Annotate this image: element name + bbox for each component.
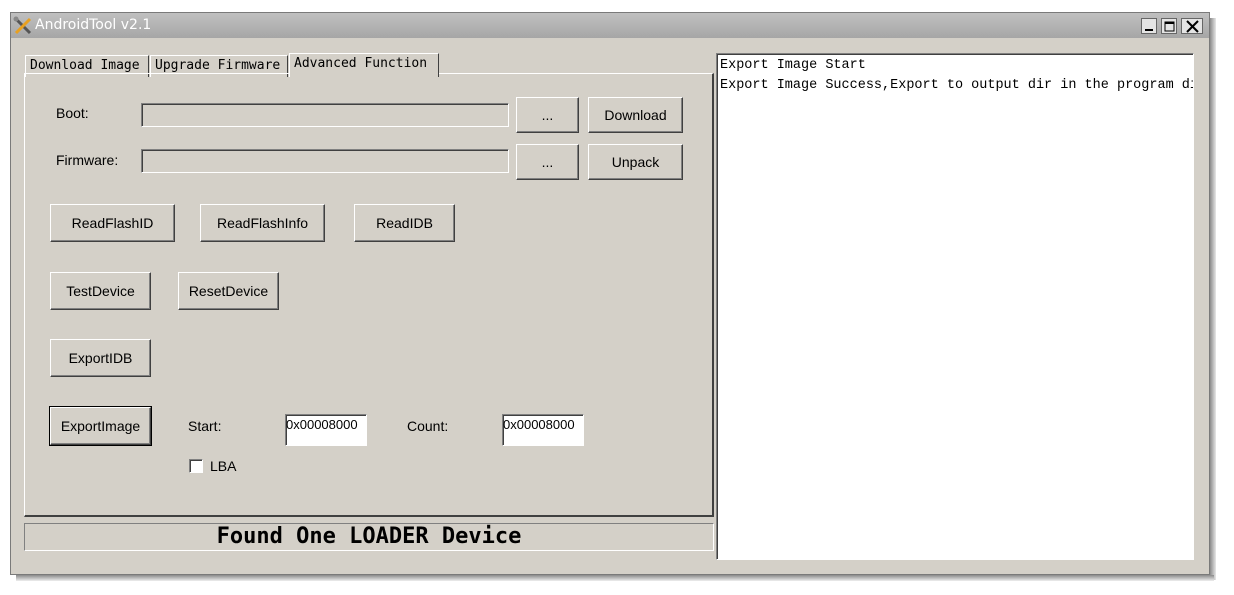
minimize-button[interactable] <box>1141 18 1157 34</box>
count-value: 0x00008000 <box>503 417 575 432</box>
download-button[interactable]: Download <box>588 97 683 133</box>
firmware-path-field[interactable] <box>141 149 509 173</box>
close-button[interactable] <box>1181 18 1203 34</box>
log-line: Export Image Start <box>720 58 866 73</box>
lba-checkbox[interactable] <box>189 459 203 473</box>
test-device-button[interactable]: TestDevice <box>50 272 151 310</box>
window-shadow-right <box>1210 18 1216 580</box>
tab-advanced-function[interactable]: Advanced Function <box>289 53 439 77</box>
start-value: 0x00008000 <box>286 417 358 432</box>
window-shadow-bottom <box>16 575 1214 581</box>
unpack-button[interactable]: Unpack <box>588 144 683 180</box>
close-icon <box>1186 20 1199 33</box>
lba-label: LBA <box>210 458 237 474</box>
log-textarea[interactable]: Export Image Start Export Image Success,… <box>716 53 1194 560</box>
export-image-button[interactable]: ExportImage <box>49 406 152 446</box>
boot-label: Boot: <box>56 105 89 121</box>
firmware-label: Firmware: <box>56 152 119 168</box>
android-tool-icon <box>13 16 33 36</box>
main-window: AndroidTool v2.1 Download Image Upgrade … <box>10 12 1210 575</box>
firmware-browse-button[interactable]: ... <box>516 144 579 180</box>
window-title: AndroidTool v2.1 <box>35 17 152 33</box>
start-input[interactable]: 0x00008000 <box>285 414 367 446</box>
count-label: Count: <box>407 418 449 434</box>
maximize-icon <box>1164 21 1175 32</box>
status-bar: Found One LOADER Device <box>24 523 714 551</box>
read-idb-button[interactable]: ReadIDB <box>354 204 455 242</box>
read-flash-info-button[interactable]: ReadFlashInfo <box>200 204 325 242</box>
minimize-icon <box>1145 29 1153 31</box>
log-line: Export Image Success,Export to output di… <box>720 78 1194 93</box>
count-input[interactable]: 0x00008000 <box>502 414 584 446</box>
boot-browse-button[interactable]: ... <box>516 97 579 133</box>
read-flash-id-button[interactable]: ReadFlashID <box>50 204 175 242</box>
reset-device-button[interactable]: ResetDevice <box>178 272 279 310</box>
start-label: Start: <box>188 418 222 434</box>
export-idb-button[interactable]: ExportIDB <box>50 339 151 377</box>
title-bar[interactable]: AndroidTool v2.1 <box>11 13 1209 38</box>
boot-path-field[interactable] <box>141 103 509 127</box>
maximize-button[interactable] <box>1161 18 1177 34</box>
